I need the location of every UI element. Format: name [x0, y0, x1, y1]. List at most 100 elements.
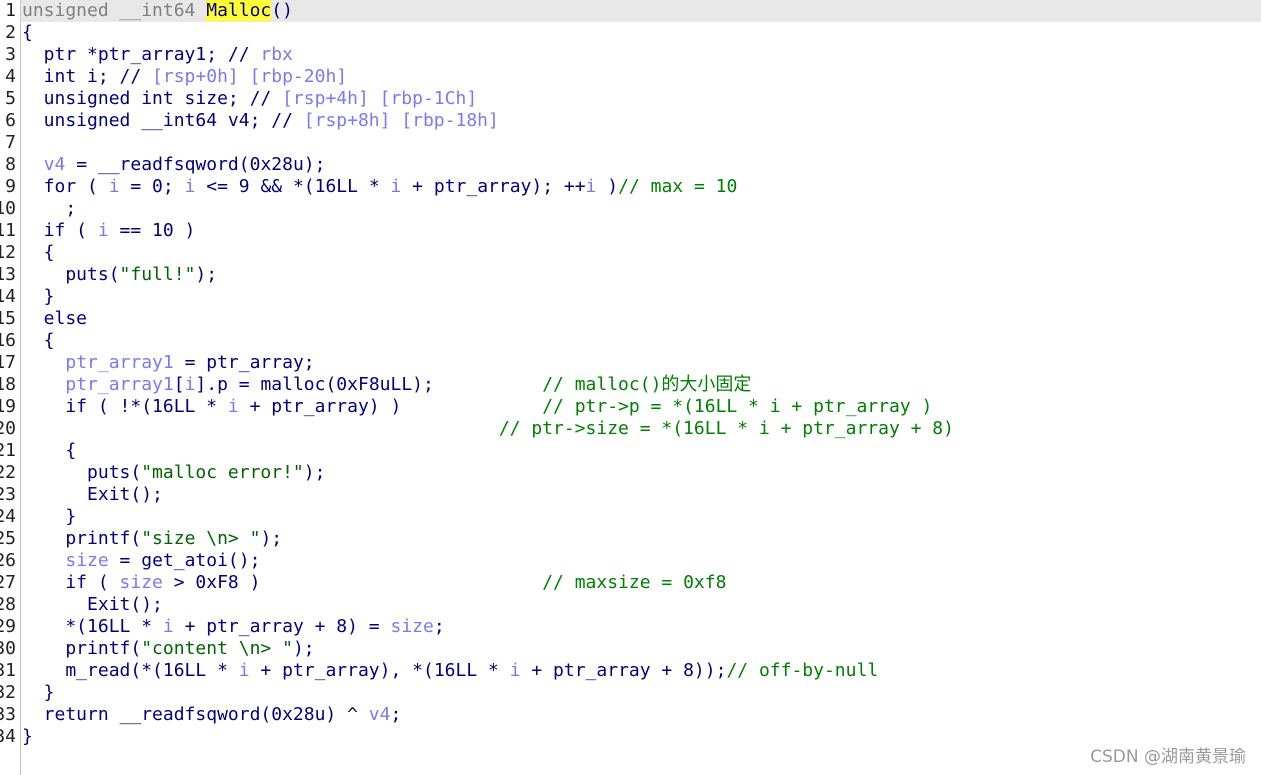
code-text[interactable]: { — [22, 440, 76, 462]
code-token: } — [22, 726, 33, 747]
code-text[interactable]: if ( i == 10 ) — [22, 220, 196, 242]
code-token: i — [390, 176, 402, 197]
line-number: 29 — [0, 616, 16, 637]
code-text[interactable]: printf("content \n> "); — [22, 638, 315, 660]
code-text[interactable]: else — [22, 308, 87, 330]
code-text[interactable]: } — [22, 506, 76, 528]
code-line[interactable]: 14 } — [0, 286, 1261, 308]
code-text[interactable]: ptr *ptr_array1; // rbx — [22, 44, 293, 66]
code-line[interactable]: 21 { — [0, 440, 1261, 462]
code-token: i — [227, 396, 239, 417]
code-token: == 10 ) — [108, 220, 196, 241]
code-text[interactable]: } — [22, 286, 55, 308]
code-text[interactable]: for ( i = 0; i <= 9 && *(16LL * i + ptr_… — [22, 176, 738, 198]
code-line[interactable]: 24 } — [0, 506, 1261, 528]
code-line[interactable]: 15 else — [0, 308, 1261, 330]
code-line[interactable]: 27 if ( size > 0xF8 ) // maxsize = 0xf8 — [0, 572, 1261, 594]
line-number: 10 — [0, 198, 16, 219]
code-comment: // malloc()的大小固定 — [542, 374, 752, 395]
code-line[interactable]: 9 for ( i = 0; i <= 9 && *(16LL * i + pt… — [0, 176, 1261, 198]
line-number: 8 — [5, 154, 16, 175]
code-line[interactable]: 8 v4 = __readfsqword(0x28u); — [0, 154, 1261, 176]
line-number: 26 — [0, 550, 16, 571]
code-text[interactable]: } — [22, 682, 55, 704]
code-line[interactable]: 5 unsigned int size; // [rsp+4h] [rbp-1C… — [0, 88, 1261, 110]
code-text[interactable]: // ptr->size = *(16LL * i + ptr_array + … — [22, 418, 954, 440]
code-line[interactable]: 25 printf("size \n> "); — [0, 528, 1261, 550]
code-text[interactable]: if ( size > 0xF8 ) // maxsize = 0xf8 — [22, 572, 726, 594]
code-line[interactable]: 7 — [0, 132, 1261, 154]
code-token: puts( — [22, 462, 142, 483]
code-text[interactable]: } — [22, 726, 33, 748]
code-token: [rsp+4h] [rbp-1Ch] — [282, 88, 478, 109]
code-line[interactable]: 11 if ( i == 10 ) — [0, 220, 1261, 242]
code-text[interactable]: unsigned __int64 v4; // [rsp+8h] [rbp-18… — [22, 110, 499, 132]
code-line[interactable]: 31 m_read(*(16LL * i + ptr_array), *(16L… — [0, 660, 1261, 682]
code-text[interactable]: v4 = __readfsqword(0x28u); — [22, 154, 326, 176]
line-number: 18 — [0, 374, 16, 395]
code-text[interactable]: unsigned __int64 Malloc() — [22, 0, 293, 22]
pseudocode-editor[interactable]: 1 unsigned __int64 Malloc() 2{3 ptr *ptr_a… — [0, 0, 1261, 775]
code-text[interactable]: int i; // [rsp+0h] [rbp-20h] — [22, 66, 347, 88]
line-number: 21 — [0, 440, 16, 461]
code-text[interactable]: { — [22, 22, 33, 44]
code-line[interactable]: 33 return __readfsqword(0x28u) ^ v4; — [0, 704, 1261, 726]
code-text[interactable]: puts("full!"); — [22, 264, 217, 286]
code-text[interactable]: if ( !*(16LL * i + ptr_array) ) // ptr->… — [22, 396, 932, 418]
code-text[interactable]: *(16LL * i + ptr_array + 8) = size; — [22, 616, 444, 638]
code-text[interactable]: m_read(*(16LL * i + ptr_array), *(16LL *… — [22, 660, 878, 682]
code-token: + ptr_array) ) — [238, 396, 543, 417]
code-token: if ( !*(16LL * — [22, 396, 228, 417]
code-line[interactable]: 10 ; — [0, 198, 1261, 220]
code-text[interactable]: ; — [22, 198, 76, 220]
code-line[interactable]: 13 puts("full!"); — [0, 264, 1261, 286]
code-lines[interactable]: 1 unsigned __int64 Malloc() 2{3 ptr *ptr_a… — [0, 0, 1261, 748]
line-number: 7 — [5, 132, 16, 153]
code-text[interactable]: puts("malloc error!"); — [22, 462, 325, 484]
code-token: ptr *ptr_array1; // — [22, 44, 261, 65]
line-number: 24 — [0, 506, 16, 527]
code-line[interactable]: 12 { — [0, 242, 1261, 264]
code-text[interactable]: Exit(); — [22, 484, 163, 506]
code-comment: // ptr->size = *(16LL * i + ptr_array + … — [498, 418, 954, 439]
code-token: size — [119, 572, 163, 593]
code-text[interactable]: ptr_array1 = ptr_array; — [22, 352, 314, 374]
code-line[interactable]: 3 ptr *ptr_array1; // rbx — [0, 44, 1261, 66]
code-text[interactable]: ptr_array1[i].p = malloc(0xF8uLL); // ma… — [22, 374, 751, 396]
code-line[interactable]: 1 unsigned __int64 Malloc() — [0, 0, 1261, 22]
code-comment: // off-by-null — [726, 660, 879, 681]
code-line[interactable]: 19 if ( !*(16LL * i + ptr_array) ) // pt… — [0, 396, 1261, 418]
code-line[interactable]: 28 Exit(); — [0, 594, 1261, 616]
line-number: 3 — [5, 44, 16, 65]
code-text[interactable]: { — [22, 242, 55, 264]
code-token: size — [390, 616, 434, 637]
code-line[interactable]: 20 // ptr->size = *(16LL * i + ptr_array… — [0, 418, 1261, 440]
code-line[interactable]: 30 printf("content \n> "); — [0, 638, 1261, 660]
code-token: else — [22, 308, 88, 329]
code-text[interactable]: printf("size \n> "); — [22, 528, 282, 550]
line-number: 17 — [0, 352, 16, 373]
line-number: 16 — [0, 330, 16, 351]
code-line[interactable]: 17 ptr_array1 = ptr_array; — [0, 352, 1261, 374]
code-token: ); — [292, 638, 315, 659]
code-line[interactable]: 4 int i; // [rsp+0h] [rbp-20h] — [0, 66, 1261, 88]
code-line[interactable]: 32 } — [0, 682, 1261, 704]
code-token: { — [22, 22, 33, 43]
code-line[interactable]: 26 size = get_atoi(); — [0, 550, 1261, 572]
line-number: 23 — [0, 484, 16, 505]
code-line[interactable]: 2{ — [0, 22, 1261, 44]
code-text[interactable]: { — [22, 330, 55, 352]
code-line[interactable]: 18 ptr_array1[i].p = malloc(0xF8uLL); //… — [0, 374, 1261, 396]
code-line[interactable]: 34} — [0, 726, 1261, 748]
code-line[interactable]: 22 puts("malloc error!"); — [0, 462, 1261, 484]
code-line[interactable]: 16 { — [0, 330, 1261, 352]
code-line[interactable]: 23 Exit(); — [0, 484, 1261, 506]
code-token: i — [108, 176, 120, 197]
code-line[interactable]: 29 *(16LL * i + ptr_array + 8) = size; — [0, 616, 1261, 638]
code-text[interactable]: return __readfsqword(0x28u) ^ v4; — [22, 704, 402, 726]
code-text[interactable]: Exit(); — [22, 594, 163, 616]
code-text[interactable]: size = get_atoi(); — [22, 550, 260, 572]
code-line[interactable]: 6 unsigned __int64 v4; // [rsp+8h] [rbp-… — [0, 110, 1261, 132]
code-text[interactable]: unsigned int size; // [rsp+4h] [rbp-1Ch] — [22, 88, 478, 110]
